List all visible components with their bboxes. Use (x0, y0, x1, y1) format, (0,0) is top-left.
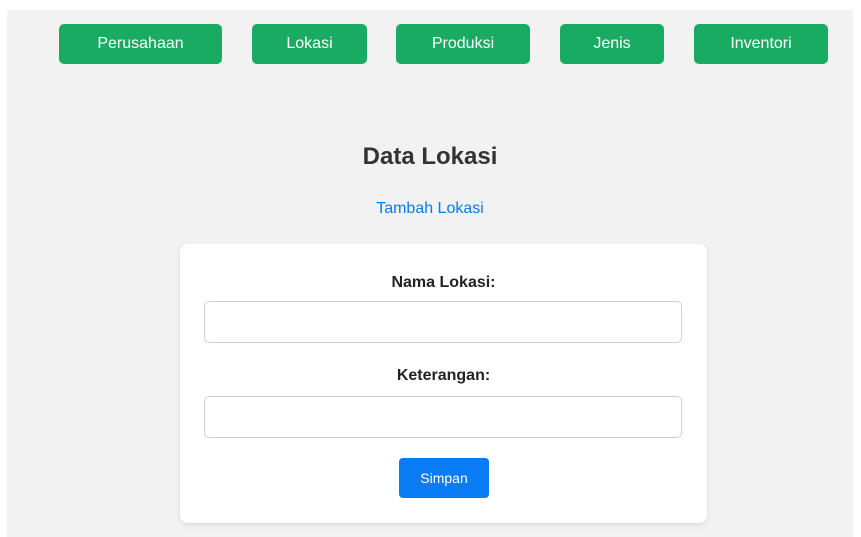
add-location-link[interactable]: Tambah Lokasi (7, 200, 853, 218)
keterangan-input[interactable] (204, 396, 682, 438)
nav-button-perusahaan[interactable]: Perusahaan (59, 24, 222, 64)
page-container: Perusahaan Lokasi Produksi Jenis Invento… (7, 10, 853, 537)
nama-lokasi-input[interactable] (204, 301, 682, 343)
simpan-button[interactable]: Simpan (399, 458, 489, 498)
nav-button-jenis[interactable]: Jenis (560, 24, 664, 64)
nav-button-lokasi[interactable]: Lokasi (252, 24, 367, 64)
nav-button-produksi[interactable]: Produksi (396, 24, 530, 64)
location-form-card: Nama Lokasi: Keterangan: Simpan (180, 244, 707, 523)
nav-button-inventori[interactable]: Inventori (694, 24, 828, 64)
nama-lokasi-label: Nama Lokasi: (391, 274, 496, 291)
top-nav: Perusahaan Lokasi Produksi Jenis Invento… (7, 24, 853, 64)
page-title: Data Lokasi (362, 143, 498, 170)
keterangan-label: Keterangan: (396, 367, 491, 384)
